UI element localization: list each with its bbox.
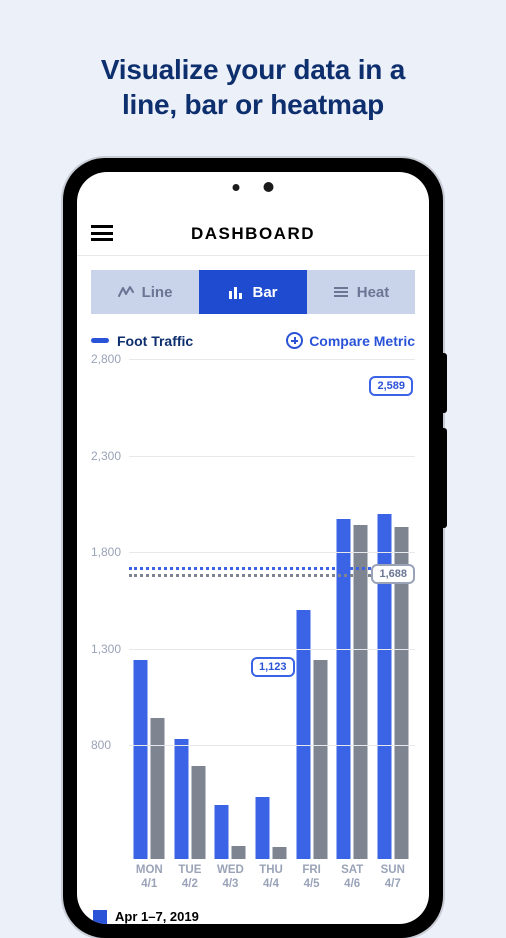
bar-group bbox=[372, 359, 413, 859]
legend-row: Foot Traffic Compare Metric bbox=[91, 332, 415, 349]
gridline bbox=[129, 456, 415, 457]
y-tick-label: 800 bbox=[91, 738, 111, 752]
bar-primary[interactable] bbox=[174, 739, 188, 859]
x-tick-label: THU4/4 bbox=[251, 863, 292, 903]
gridline bbox=[129, 552, 415, 553]
heatmap-icon bbox=[333, 285, 349, 299]
reference-line bbox=[129, 574, 413, 577]
seg-bar[interactable]: Bar bbox=[199, 270, 307, 314]
seg-heat-label: Heat bbox=[357, 284, 390, 301]
bar-secondary[interactable] bbox=[151, 718, 165, 859]
bar-group bbox=[291, 359, 332, 859]
plus-circle-icon bbox=[286, 332, 303, 349]
gridline bbox=[129, 745, 415, 746]
x-tick-label: SAT4/6 bbox=[332, 863, 373, 903]
gridline bbox=[129, 649, 415, 650]
phone-side-button bbox=[443, 428, 447, 528]
bar-group bbox=[210, 359, 251, 859]
bar-secondary[interactable] bbox=[191, 766, 205, 859]
line-chart-icon bbox=[118, 285, 134, 299]
seg-heat[interactable]: Heat bbox=[307, 270, 415, 314]
x-tick-label: SUN4/7 bbox=[372, 863, 413, 903]
legend-dash-icon bbox=[91, 338, 109, 343]
legend-square-icon bbox=[93, 910, 107, 924]
chart-type-segmented: Line Bar Heat bbox=[91, 270, 415, 314]
plot-area bbox=[129, 359, 413, 859]
hamburger-icon[interactable] bbox=[91, 222, 113, 244]
page-title: DASHBOARD bbox=[191, 224, 315, 244]
y-tick-label: 1,800 bbox=[91, 545, 121, 559]
bar-secondary[interactable] bbox=[273, 847, 287, 859]
phone-side-button bbox=[443, 353, 447, 413]
screen: DASHBOARD Line Bar bbox=[77, 172, 429, 924]
data-callout: 2,589 bbox=[369, 376, 413, 396]
bar-secondary[interactable] bbox=[313, 660, 327, 859]
compare-metric-button[interactable]: Compare Metric bbox=[286, 332, 415, 349]
seg-line[interactable]: Line bbox=[91, 270, 199, 314]
bar-group bbox=[251, 359, 292, 859]
gridline bbox=[129, 359, 415, 360]
y-tick-label: 2,300 bbox=[91, 449, 121, 463]
bar-secondary[interactable] bbox=[232, 846, 246, 860]
phone-speaker bbox=[233, 182, 274, 192]
bar-primary[interactable] bbox=[256, 797, 270, 859]
legend-primary: Foot Traffic bbox=[91, 333, 193, 349]
bar-primary[interactable] bbox=[134, 660, 148, 859]
data-callout: 1,123 bbox=[251, 657, 295, 677]
hero-line-1: Visualize your data in a bbox=[30, 52, 476, 87]
hero-line-2: line, bar or heatmap bbox=[30, 87, 476, 122]
bar-primary[interactable] bbox=[215, 805, 229, 859]
reference-line bbox=[129, 567, 413, 570]
bar-chart-icon bbox=[228, 285, 244, 299]
y-tick-label: 1,300 bbox=[91, 642, 121, 656]
bar-group bbox=[170, 359, 211, 859]
appbar: DASHBOARD bbox=[77, 212, 429, 256]
content: Line Bar Heat Foot T bbox=[77, 256, 429, 924]
x-tick-label: TUE4/2 bbox=[170, 863, 211, 903]
x-axis: MON4/1TUE4/2WED4/3THU4/4FRI4/5SAT4/6SUN4… bbox=[129, 863, 413, 903]
hero-title: Visualize your data in a line, bar or he… bbox=[0, 0, 506, 122]
x-tick-label: FRI4/5 bbox=[291, 863, 332, 903]
legend-primary-label: Foot Traffic bbox=[117, 333, 193, 349]
chart: MON4/1TUE4/2WED4/3THU4/4FRI4/5SAT4/6SUN4… bbox=[91, 359, 415, 903]
compare-label: Compare Metric bbox=[309, 333, 415, 349]
bar-group bbox=[332, 359, 373, 859]
x-tick-label: WED4/3 bbox=[210, 863, 251, 903]
bar-primary[interactable] bbox=[296, 610, 310, 859]
y-tick-label: 2,800 bbox=[91, 352, 121, 366]
bar-group bbox=[129, 359, 170, 859]
data-callout: 1,688 bbox=[371, 564, 415, 584]
date-range-label: Apr 1–7, 2019 bbox=[115, 909, 199, 924]
phone-frame: DASHBOARD Line Bar bbox=[63, 158, 443, 938]
seg-bar-label: Bar bbox=[252, 284, 277, 301]
x-tick-label: MON4/1 bbox=[129, 863, 170, 903]
footer-legend: Apr 1–7, 2019 bbox=[91, 903, 415, 924]
seg-line-label: Line bbox=[142, 284, 173, 301]
